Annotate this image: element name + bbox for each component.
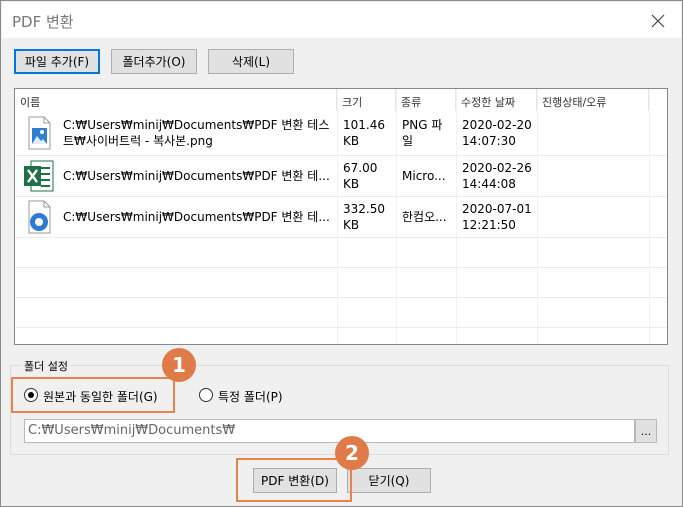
delete-button[interactable]: 삭제(L) [208, 49, 294, 74]
file-type: Micro... [402, 169, 446, 183]
close-icon[interactable] [645, 8, 671, 34]
add-folder-button[interactable]: 폴더추가(O) [111, 49, 197, 74]
file-modified: 2020-07-01 12:21:50 [462, 202, 532, 232]
pdf-convert-dialog: PDF 변환 파일 추가(F) 폴더추가(O) 삭제(L) 이름 크기 종류 수… [0, 0, 683, 507]
file-size: 101.46 KB [343, 118, 385, 148]
file-list[interactable]: 이름 크기 종류 수정한 날짜 진행상태/오류 C:₩Users₩minij₩D… [14, 88, 668, 345]
file-name: C:₩Users₩minij₩Documents₩PDF 변환 테... [63, 210, 330, 224]
file-type: 한컴오... [402, 210, 447, 224]
table-row[interactable]: C:₩Users₩minij₩Documents₩PDF 변환 테... 67.… [15, 156, 667, 196]
table-row[interactable]: C:₩Users₩minij₩Documents₩PDF 변환 테... 332… [15, 197, 667, 237]
specific-folder-label[interactable]: 특정 폴더(P) [218, 388, 283, 405]
column-header-status[interactable]: 진행상태/오류 [537, 89, 649, 111]
file-modified: 2020-02-20 14:07:30 [462, 118, 532, 148]
browse-button[interactable]: ... [635, 419, 657, 443]
step-badge: 2 [335, 436, 369, 470]
folder-path-input[interactable]: C:₩Users₩minij₩Documents₩ [24, 419, 635, 443]
column-header-name[interactable]: 이름 [15, 89, 337, 111]
file-name: C:₩Users₩minij₩Documents₩PDF 변환 테... [63, 169, 330, 183]
column-header-size[interactable]: 크기 [337, 89, 396, 111]
window-title: PDF 변환 [12, 13, 74, 31]
image-file-icon [28, 116, 51, 150]
hwp-file-icon [28, 200, 51, 234]
file-size: 332.50 KB [343, 202, 385, 232]
close-button[interactable]: 닫기(Q) [347, 468, 431, 493]
table-row[interactable]: C:₩Users₩minij₩Documents₩PDF 변환 테스 트₩사이버… [15, 113, 667, 153]
highlight-box [11, 377, 175, 413]
file-name: C:₩Users₩minij₩Documents₩PDF 변환 테스 트₩사이버… [63, 118, 330, 148]
file-type: PNG 파 일 [402, 118, 443, 148]
specific-folder-radio[interactable] [199, 388, 213, 402]
step-badge: 1 [162, 348, 196, 382]
excel-file-icon [24, 160, 54, 192]
file-size: 67.00 KB [343, 161, 378, 191]
column-header-type[interactable]: 종류 [396, 89, 456, 111]
folder-settings-label: 폴더 설정 [21, 358, 71, 374]
title-bar: PDF 변환 [2, 2, 681, 38]
add-file-button[interactable]: 파일 추가(F) [14, 49, 100, 74]
file-modified: 2020-02-26 14:44:08 [462, 161, 532, 191]
column-header-modified[interactable]: 수정한 날짜 [456, 89, 537, 111]
highlight-box [236, 458, 352, 502]
